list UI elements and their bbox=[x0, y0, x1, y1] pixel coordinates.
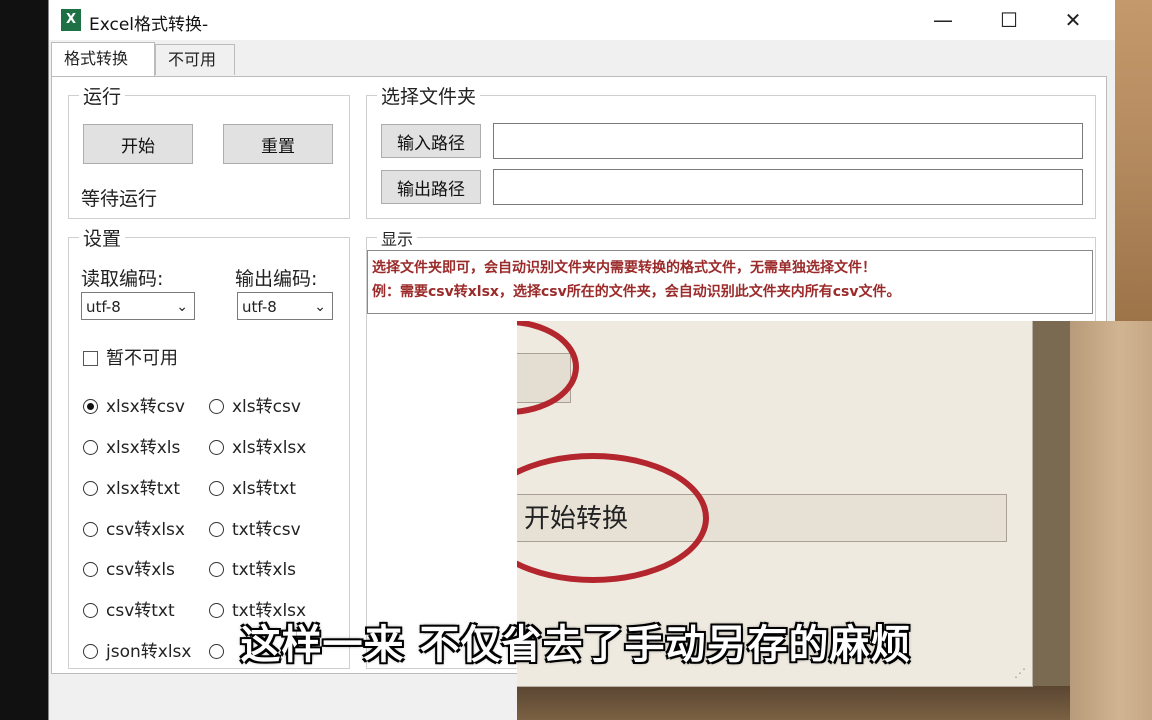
read-encoding-value: utf-8 bbox=[86, 298, 121, 316]
display-line-2: 例：需要csv转xlsx，选择csv所在的文件夹，会自动识别此文件夹内所有csv… bbox=[372, 284, 901, 300]
radio-icon bbox=[209, 481, 224, 496]
radio-icon bbox=[209, 440, 224, 455]
tab-format-convert[interactable]: 格式转换 bbox=[51, 42, 155, 77]
radio-txt-to-xls[interactable]: txt转xls bbox=[209, 559, 296, 581]
input-path-button[interactable]: 输入路径 bbox=[381, 124, 481, 158]
chevron-down-icon: ⌄ bbox=[176, 299, 188, 315]
settings-group-title: 设置 bbox=[79, 224, 126, 251]
radio-icon bbox=[83, 440, 98, 455]
radio-label: txt转xls bbox=[232, 560, 297, 580]
radio-csv-to-xls[interactable]: csv转xls bbox=[83, 559, 175, 581]
radio-xls-to-xlsx[interactable]: xls转xlsx bbox=[209, 437, 306, 459]
run-group: 运行 开始 重置 等待运行 bbox=[68, 82, 350, 219]
radio-xlsx-to-xls[interactable]: xlsx转xls bbox=[83, 437, 180, 459]
radio-xls-to-csv[interactable]: xls转csv bbox=[209, 396, 301, 418]
radio-label: xls转txt bbox=[232, 479, 297, 499]
radio-label: xlsx转csv bbox=[106, 397, 185, 417]
folder-group-title: 选择文件夹 bbox=[377, 82, 481, 109]
background-scenery-bottom bbox=[517, 686, 1070, 720]
output-encoding-value: utf-8 bbox=[242, 298, 277, 316]
output-path-field[interactable] bbox=[493, 169, 1083, 205]
checkbox-label: 暂不可用 bbox=[106, 348, 178, 369]
settings-group: 设置 读取编码: 输出编码: utf-8 ⌄ utf-8 ⌄ 暂不可用 xlsx… bbox=[68, 224, 350, 669]
read-encoding-select[interactable]: utf-8 ⌄ bbox=[81, 292, 195, 320]
radio-icon bbox=[83, 481, 98, 496]
radio-icon bbox=[83, 522, 98, 537]
start-button[interactable]: 开始 bbox=[83, 124, 193, 164]
excel-app-icon: X bbox=[61, 9, 81, 31]
radio-label: xlsx转xls bbox=[106, 438, 181, 458]
maximize-button[interactable]: ☐ bbox=[979, 4, 1039, 36]
radio-icon bbox=[209, 522, 224, 537]
display-line-1: 选择文件夹即可，会自动识别文件夹内需要转换的格式文件，无需单独选择文件！ bbox=[372, 260, 876, 276]
radio-icon bbox=[209, 399, 224, 414]
radio-label: xlsx转txt bbox=[106, 479, 181, 499]
radio-xls-to-txt[interactable]: xls转txt bbox=[209, 478, 296, 500]
minimize-button[interactable]: — bbox=[913, 4, 973, 36]
title-bar: X Excel格式转换- — ☐ ✕ bbox=[49, 0, 1115, 40]
unavailable-checkbox[interactable]: 暂不可用 bbox=[83, 348, 178, 370]
chevron-down-icon: ⌄ bbox=[314, 299, 326, 315]
output-path-button[interactable]: 输出路径 bbox=[381, 170, 481, 204]
radio-label: csv转xls bbox=[106, 560, 175, 580]
read-encoding-label: 读取编码: bbox=[81, 268, 164, 290]
radio-icon bbox=[209, 562, 224, 577]
radio-label: xls转csv bbox=[232, 397, 301, 417]
background-photo-strip bbox=[1114, 0, 1152, 321]
radio-label: txt转csv bbox=[232, 520, 301, 540]
tab-unavailable[interactable]: 不可用 bbox=[155, 44, 235, 75]
output-encoding-label: 输出编码: bbox=[235, 268, 318, 290]
reset-button[interactable]: 重置 bbox=[223, 124, 333, 164]
radio-xlsx-to-txt[interactable]: xlsx转txt bbox=[83, 478, 180, 500]
radio-label: xls转xlsx bbox=[232, 438, 307, 458]
run-group-title: 运行 bbox=[79, 82, 126, 109]
window-title: Excel格式转换- bbox=[89, 15, 209, 35]
radio-xlsx-to-csv[interactable]: xlsx转csv bbox=[83, 396, 185, 418]
output-encoding-select[interactable]: utf-8 ⌄ bbox=[237, 292, 333, 320]
video-subtitle: 这样一来 不仅省去了手动另存的麻烦 bbox=[240, 622, 912, 668]
radio-label: csv转xlsx bbox=[106, 520, 185, 540]
radio-csv-to-xlsx[interactable]: csv转xlsx bbox=[83, 519, 185, 541]
checkbox-icon bbox=[83, 351, 98, 366]
display-group-title: 显示 bbox=[377, 226, 418, 250]
radio-txt-to-csv[interactable]: txt转csv bbox=[209, 519, 301, 541]
close-button[interactable]: ✕ bbox=[1043, 4, 1103, 36]
folder-group: 选择文件夹 输入路径 输出路径 bbox=[366, 82, 1096, 219]
input-path-field[interactable] bbox=[493, 123, 1083, 159]
run-status: 等待运行 bbox=[81, 188, 158, 210]
radio-icon bbox=[83, 562, 98, 577]
radio-selected-icon bbox=[83, 399, 98, 414]
display-textbox[interactable]: 选择文件夹即可，会自动识别文件夹内需要转换的格式文件，无需单独选择文件！ 例：需… bbox=[367, 250, 1093, 314]
